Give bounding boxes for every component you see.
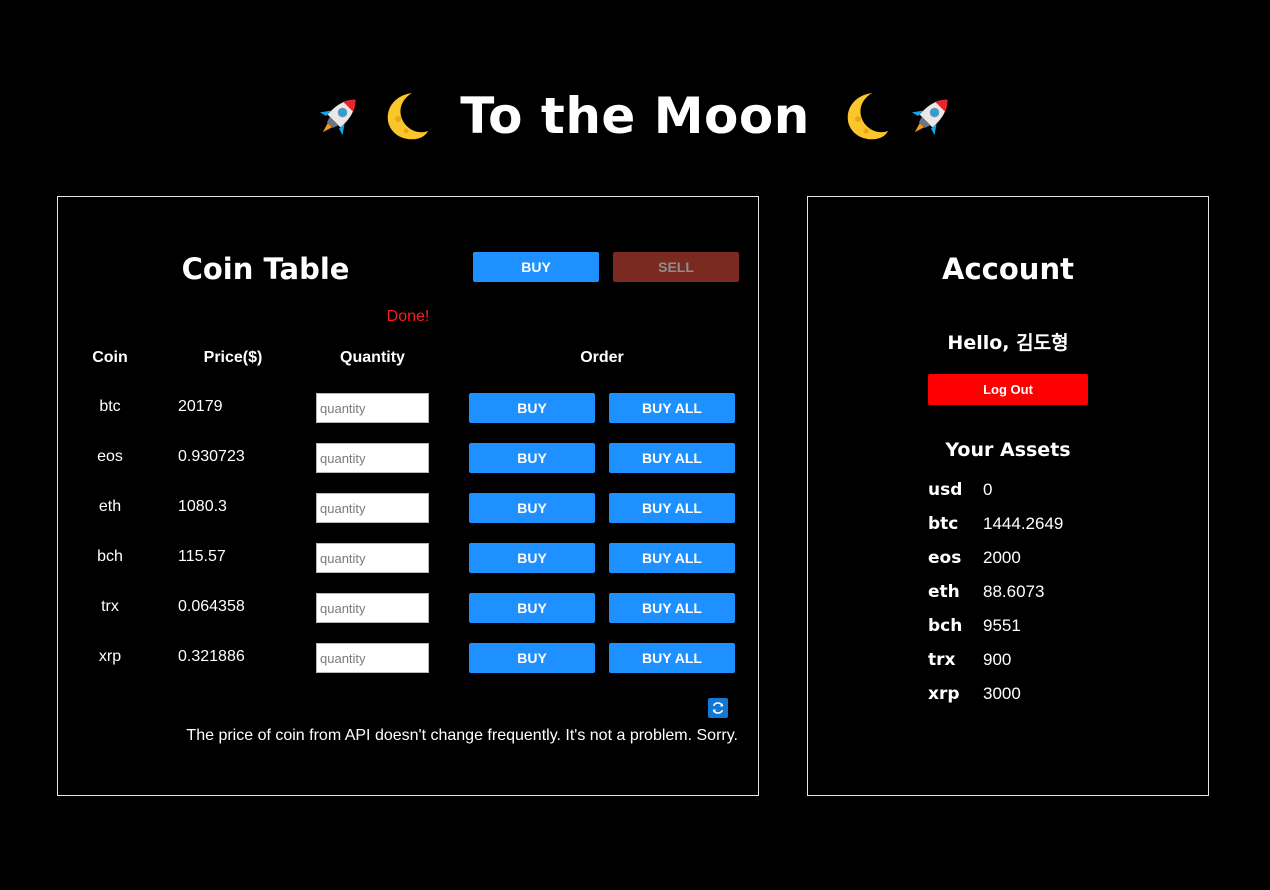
asset-coin: bch — [928, 616, 963, 636]
asset-amount: 9551 — [983, 616, 1021, 635]
table-row: eth 1080.3 BUY BUY ALL — [58, 493, 758, 523]
coin-price: 115.57 — [178, 548, 226, 565]
asset-amount: 900 — [983, 650, 1012, 669]
asset-row: btc 1444.2649 — [928, 514, 1188, 540]
coin-name: eth — [98, 498, 122, 515]
column-header-order: Order — [580, 349, 624, 366]
table-row: xrp 0.321886 BUY BUY ALL — [58, 643, 758, 673]
asset-amount: 3000 — [983, 684, 1021, 703]
status-message: Done! — [386, 308, 430, 325]
asset-row: eos 2000 — [928, 548, 1188, 574]
refresh-button[interactable] — [708, 698, 728, 718]
api-note: The price of coin from API doesn't chang… — [186, 727, 738, 744]
crescent-moon-icon — [847, 93, 888, 140]
asset-coin: trx — [928, 650, 956, 670]
asset-coin: usd — [928, 480, 963, 500]
page: To the Moon Coin Table BUY SELL Done! Co… — [0, 0, 1270, 890]
table-row: eos 0.930723 BUY BUY ALL — [58, 443, 758, 473]
rocket-icon — [320, 99, 356, 136]
quantity-input[interactable] — [316, 493, 429, 523]
quantity-input[interactable] — [316, 443, 429, 473]
coin-price: 0.930723 — [178, 448, 245, 465]
assets-title: Your Assets — [945, 439, 1071, 461]
asset-coin: btc — [928, 514, 959, 534]
buy-all-button[interactable]: BUY ALL — [609, 643, 735, 673]
buy-all-button[interactable]: BUY ALL — [609, 443, 735, 473]
coin-name: btc — [99, 398, 121, 415]
table-row: trx 0.064358 BUY BUY ALL — [58, 593, 758, 623]
asset-row: usd 0 — [928, 480, 1188, 506]
coin-name: eos — [97, 448, 123, 465]
column-header-price: Price($) — [203, 349, 263, 366]
coin-name: bch — [97, 548, 123, 565]
column-header-quantity: Quantity — [340, 349, 405, 366]
page-title: To the Moon — [460, 87, 810, 145]
asset-row: eth 88.6073 — [928, 582, 1188, 608]
quantity-input[interactable] — [316, 643, 429, 673]
asset-coin: eos — [928, 548, 962, 568]
asset-coin: xrp — [928, 684, 960, 704]
asset-row: bch 9551 — [928, 616, 1188, 642]
buy-button[interactable]: BUY — [469, 443, 595, 473]
buy-button[interactable]: BUY — [469, 593, 595, 623]
asset-coin: eth — [928, 582, 960, 602]
coin-table-panel: Coin Table BUY SELL Done! Coin Price($) … — [57, 196, 759, 796]
asset-amount: 0 — [983, 480, 993, 499]
buy-button[interactable]: BUY — [469, 493, 595, 523]
quantity-input[interactable] — [316, 393, 429, 423]
buy-all-button[interactable]: BUY ALL — [609, 393, 735, 423]
table-row: bch 115.57 BUY BUY ALL — [58, 543, 758, 573]
buy-button[interactable]: BUY — [469, 393, 595, 423]
buy-button[interactable]: BUY — [469, 543, 595, 573]
buy-button[interactable]: BUY — [469, 643, 595, 673]
column-header-coin: Coin — [92, 349, 128, 366]
page-header: To the Moon — [0, 84, 1270, 148]
account-panel: Account Hello, 김도형 Log Out Your Assets u… — [807, 196, 1209, 796]
greeting: Hello, 김도형 — [947, 332, 1069, 354]
coin-price: 1080.3 — [178, 498, 227, 515]
coin-name: trx — [101, 598, 119, 615]
asset-row: trx 900 — [928, 650, 1188, 676]
asset-amount: 1444.2649 — [983, 514, 1064, 533]
asset-amount: 2000 — [983, 548, 1021, 567]
logout-button[interactable]: Log Out — [928, 374, 1088, 405]
coin-name: xrp — [98, 648, 122, 665]
coin-price: 20179 — [178, 398, 223, 415]
sell-mode-button[interactable]: SELL — [613, 252, 739, 282]
buy-all-button[interactable]: BUY ALL — [609, 543, 735, 573]
quantity-input[interactable] — [316, 593, 429, 623]
asset-amount: 88.6073 — [983, 582, 1045, 601]
asset-row: xrp 3000 — [928, 684, 1188, 710]
rocket-icon — [911, 99, 948, 136]
account-title: Account — [942, 252, 1074, 286]
buy-all-button[interactable]: BUY ALL — [609, 593, 735, 623]
quantity-input[interactable] — [316, 543, 429, 573]
coin-table-title: Coin Table — [181, 252, 350, 286]
buy-all-button[interactable]: BUY ALL — [609, 493, 735, 523]
table-row: btc 20179 BUY BUY ALL — [58, 393, 758, 423]
buy-mode-button[interactable]: BUY — [473, 252, 599, 282]
coin-price: 0.321886 — [178, 648, 245, 665]
coin-price: 0.064358 — [178, 598, 245, 615]
crescent-moon-icon — [387, 93, 429, 140]
refresh-icon — [712, 702, 724, 714]
